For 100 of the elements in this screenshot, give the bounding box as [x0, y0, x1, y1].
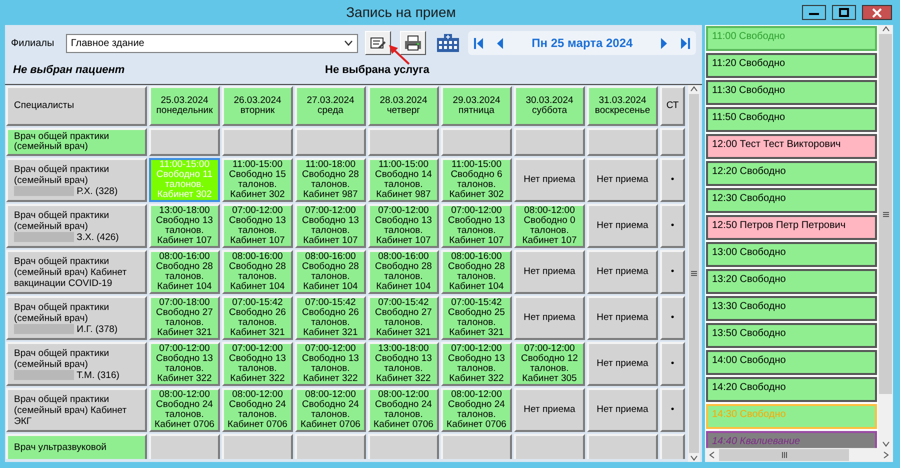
schedule-slot-cell[interactable]: 08:00-16:00 Свободно 28 талонов. Кабинет 104 — [441, 250, 512, 294]
printer-icon — [404, 35, 422, 51]
schedule-slot-cell[interactable]: 11:00-15:00 Свободно 14 талонов. Кабинет 987 — [368, 158, 439, 202]
schedule-slot-cell[interactable]: 07:00-12:00 Свободно 13 талонов. Кабинет 107 — [441, 204, 512, 248]
time-slot[interactable]: 11:20 Свободно — [706, 53, 877, 78]
empty-cell — [441, 128, 512, 156]
branch-dropdown[interactable]: Главное здание — [66, 34, 358, 52]
scroll-up-icon[interactable] — [690, 85, 698, 93]
schedule-slot-cell[interactable]: 08:00-16:00 Свободно 28 талонов. Кабинет 104 — [368, 250, 439, 294]
time-slot[interactable]: 14:00 Свободно — [706, 350, 877, 375]
schedule-slot-cell[interactable]: 07:00-12:00 Свободно 13 талонов. Кабинет 107 — [295, 204, 366, 248]
schedule-slot-cell[interactable]: 08:00-12:00 Свободно 24 талонов. Кабинет 0706 — [441, 388, 512, 432]
schedule-slot-cell[interactable]: 13:00-18:00 Свободно 13 талонов. Кабинет 107 — [149, 204, 220, 248]
no-reception-cell[interactable]: Нет приема — [587, 388, 658, 432]
date-column-header: 31.03.2024 воскресенье — [587, 86, 658, 126]
time-slot[interactable]: 12:30 Свободно — [706, 188, 877, 213]
no-reception-cell[interactable]: Нет приема — [514, 250, 585, 294]
print-button[interactable] — [400, 31, 426, 55]
empty-cell — [441, 434, 512, 459]
empty-cell — [660, 128, 685, 156]
schedule-slot-cell[interactable]: 07:00-15:42 Свободно 26 талонов. Кабинет 321 — [222, 296, 293, 340]
schedule-slot-cell[interactable]: 07:00-15:42 Свободно 27 талонов. Кабинет 321 — [368, 296, 439, 340]
date-column-header: 29.03.2024 пятница — [441, 86, 512, 126]
doctor-initials: Р.Х. (328) — [76, 186, 118, 197]
time-slot[interactable]: 11:30 Свободно — [706, 80, 877, 105]
no-reception-cell[interactable]: Нет приема — [587, 342, 658, 386]
scrollbar-thumb[interactable] — [719, 449, 849, 461]
specialty-group: Врач ультразвуковой — [6, 434, 147, 459]
specialist-name: Врач общей практики (семейный врач) — [14, 164, 110, 186]
maximize-button[interactable] — [832, 5, 856, 20]
time-slot[interactable]: 12:20 Свободно — [706, 161, 877, 186]
time-slot[interactable]: 13:50 Свободно — [706, 323, 877, 348]
specialist-name: Врач общей практики (семейный врач) — [14, 302, 110, 324]
schedule-slot-cell[interactable]: 07:00-12:00 Свободно 13 талонов. Кабинет 322 — [222, 342, 293, 386]
hospital-button[interactable] — [435, 31, 462, 55]
schedule-slot-cell[interactable]: 07:00-18:00 Свободно 27 талонов. Кабинет 321 — [149, 296, 220, 340]
scroll-up-icon[interactable] — [882, 25, 890, 33]
scroll-down-icon[interactable] — [690, 454, 698, 462]
vertical-scrollbar[interactable] — [688, 85, 700, 462]
empty-cell — [514, 128, 585, 156]
first-page-button[interactable] — [474, 38, 484, 48]
empty-cell — [222, 128, 293, 156]
schedule-slot-cell[interactable]: 07:00-12:00 Свободно 13 талонов. Кабинет 322 — [295, 342, 366, 386]
scrollbar-thumb[interactable] — [879, 34, 892, 394]
schedule-slot-cell[interactable]: 08:00-12:00 Свободно 24 талонов. Кабинет 0706 — [149, 388, 220, 432]
schedule-slot-cell[interactable]: 08:00-12:00 Свободно 0 талонов. Кабинет 107 — [514, 204, 585, 248]
schedule-slot-cell[interactable]: 07:00-12:00 Свободно 13 талонов. Кабинет 322 — [441, 342, 512, 386]
next-button[interactable] — [661, 38, 668, 48]
marker-cell[interactable]: • — [660, 204, 685, 248]
minimize-button[interactable] — [802, 5, 826, 20]
horizontal-scrollbar[interactable] — [705, 448, 893, 462]
close-button[interactable] — [862, 5, 892, 20]
schedule-slot-cell[interactable]: 07:00-12:00 Свободно 12 талонов. Кабинет 305 — [514, 342, 585, 386]
time-slot[interactable]: 14:20 Свободно — [706, 377, 877, 402]
marker-cell[interactable]: • — [660, 388, 685, 432]
schedule-slot-cell[interactable]: 08:00-16:00 Свободно 28 талонов. Кабинет 104 — [222, 250, 293, 294]
note-button[interactable] — [365, 31, 392, 55]
time-slot[interactable]: 12:50 Петров Петр Петрович — [706, 215, 877, 240]
marker-cell[interactable]: • — [660, 158, 685, 202]
no-reception-cell[interactable]: Нет приема — [587, 158, 658, 202]
schedule-slot-cell[interactable]: 07:00-12:00 Свободно 13 талонов. Кабинет 107 — [222, 204, 293, 248]
vertical-scrollbar[interactable] — [878, 25, 893, 448]
last-page-button[interactable] — [681, 38, 690, 48]
schedule-slot-cell[interactable]: 08:00-12:00 Свободно 24 талонов. Кабинет 0706 — [222, 388, 293, 432]
marker-cell[interactable]: • — [660, 250, 685, 294]
schedule-slot-cell[interactable]: 07:00-15:42 Свободно 26 талонов. Кабинет 321 — [295, 296, 366, 340]
annotation-arrow — [387, 44, 411, 66]
no-reception-cell[interactable]: Нет приема — [587, 250, 658, 294]
no-reception-cell[interactable]: Нет приема — [514, 158, 585, 202]
scroll-down-icon[interactable] — [882, 440, 890, 448]
no-reception-cell[interactable]: Нет приема — [514, 388, 585, 432]
time-slot[interactable]: 11:50 Свободно — [706, 107, 877, 132]
previous-button[interactable] — [497, 38, 504, 48]
schedule-slot-cell[interactable]: 08:00-16:00 Свободно 28 талонов. Кабинет 104 — [295, 250, 366, 294]
schedule-slot-cell[interactable]: 07:00-15:42 Свободно 25 талонов. Кабинет 321 — [441, 296, 512, 340]
schedule-slot-cell[interactable]: 07:00-12:00 Свободно 13 талонов. Кабинет 322 — [149, 342, 220, 386]
marker-cell[interactable]: • — [660, 296, 685, 340]
schedule-slot-cell[interactable]: 07:00-12:00 Свободно 13 талонов. Кабинет 107 — [368, 204, 439, 248]
time-slot[interactable]: 13:30 Свободно — [706, 296, 877, 321]
marker-cell[interactable]: • — [660, 342, 685, 386]
schedule-slot-cell[interactable]: 08:00-12:00 Свободно 24 талонов. Кабинет 0706 — [295, 388, 366, 432]
doctor-initials: З.Х. (426) — [76, 232, 119, 243]
time-slot[interactable]: 13:20 Свободно — [706, 269, 877, 294]
schedule-slot-cell[interactable]: 11:00-15:00 Свободно 6 талонов. Кабинет 302 — [441, 158, 512, 202]
time-slot[interactable]: 12:00 Тест Тест Викторович — [706, 134, 877, 159]
date-column-header: 26.03.2024 вторник — [222, 86, 293, 126]
schedule-slot-cell[interactable]: 11:00-18:00 Свободно 28 талонов. Кабинет 987 — [295, 158, 366, 202]
schedule-slot-cell[interactable]: 08:00-16:00 Свободно 28 талонов. Кабинет 104 — [149, 250, 220, 294]
time-slot[interactable]: 13:00 Свободно — [706, 242, 877, 267]
empty-cell — [368, 434, 439, 459]
no-reception-cell[interactable]: Нет приема — [587, 296, 658, 340]
no-reception-cell[interactable]: Нет приема — [514, 296, 585, 340]
date-column-header: 25.03.2024 понедельник — [149, 86, 220, 126]
date-column-header: 28.03.2024 четверг — [368, 86, 439, 126]
window-title: Запись на прием — [345, 3, 457, 22]
schedule-slot-cell[interactable]: 11:00-15:00 Свободно 15 талонов. Кабинет 302 — [222, 158, 293, 202]
scrollbar-thumb[interactable] — [689, 94, 699, 453]
schedule-slot-cell[interactable]: 08:00-12:00 Свободно 24 талонов. Кабинет 0706 — [368, 388, 439, 432]
schedule-slot-cell[interactable]: 13:00-18:00 Свободно 13 талонов. Кабинет 322 — [368, 342, 439, 386]
no-reception-cell[interactable]: Нет приема — [587, 204, 658, 248]
